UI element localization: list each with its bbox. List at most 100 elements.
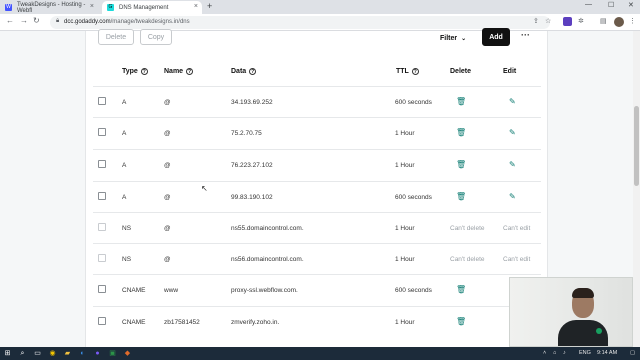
network-icon[interactable]: ⌂ (553, 350, 556, 356)
extensions-puzzle-icon[interactable]: ✲ (578, 17, 584, 25)
trash-icon[interactable]: 🗑︎ (456, 285, 466, 294)
help-circle-icon[interactable]: ? (140, 68, 148, 75)
file-explorer-icon[interactable]: ▰ (63, 349, 72, 358)
profile-avatar[interactable] (614, 17, 624, 27)
record-name: @ (164, 130, 171, 137)
url-text: dcc.godaddy.com/manage/tweakdesigns.in/d… (64, 19, 190, 25)
row-checkbox[interactable] (98, 160, 106, 168)
search-icon[interactable]: ⌕ (18, 349, 27, 358)
copy-button[interactable]: Copy (140, 29, 172, 45)
record-name: @ (164, 99, 171, 106)
row-checkbox[interactable] (98, 285, 106, 293)
record-type: CNAME (122, 287, 146, 294)
column-header-data[interactable]: Data? (231, 68, 257, 75)
task-view-icon[interactable]: ▭ (33, 349, 42, 358)
record-name: @ (164, 162, 171, 169)
lock-icon[interactable]: 🔒︎ (56, 18, 59, 25)
minimize-icon[interactable]: — (585, 1, 592, 8)
record-type: A (122, 194, 127, 201)
browser-tab-strip: W TweakDesigns - Hosting - Webfl × G DNS… (0, 0, 640, 14)
row-checkbox[interactable] (98, 97, 106, 105)
column-header-ttl[interactable]: TTL? (396, 68, 419, 75)
windows-taskbar: ⊞ ⌕ ▭ ◉ ▰ ◐ ● ▣ ◆ ˄ ⌂ ♪ ENG 9:14 AM ▢ (0, 347, 640, 360)
clock-time[interactable]: 9:14 AM (597, 350, 617, 356)
record-ttl: 600 seconds (395, 287, 432, 294)
column-header-edit: Edit (503, 68, 516, 75)
app-icon[interactable]: ● (93, 349, 102, 358)
back-icon[interactable]: ← (6, 16, 14, 25)
excel-icon[interactable]: ▣ (108, 349, 117, 358)
bookmark-star-icon[interactable]: ☆ (545, 17, 551, 25)
mouse-cursor-icon: ↖ (201, 184, 208, 193)
help-circle-icon[interactable]: ? (249, 68, 257, 75)
new-tab-button[interactable]: + (207, 1, 212, 11)
help-circle-icon[interactable]: ? (411, 68, 419, 75)
tab-tweakdesigns[interactable]: W TweakDesigns - Hosting - Webfl × (0, 1, 98, 14)
row-checkbox[interactable] (98, 128, 106, 136)
filter-label: Filter (440, 35, 458, 42)
close-tab-icon[interactable]: × (90, 3, 94, 10)
record-data: 76.223.27.102 (231, 162, 273, 169)
column-header-label: TTL (396, 68, 409, 75)
volume-icon[interactable]: ♪ (563, 350, 566, 356)
record-ttl: 1 Hour (395, 162, 415, 169)
table-row: A @ 99.83.190.102 600 seconds 🗑︎ ✎ (93, 181, 541, 212)
page-scrollbar[interactable] (633, 31, 640, 347)
language-indicator[interactable]: ENG (579, 350, 591, 356)
trash-icon[interactable]: 🗑︎ (456, 317, 466, 326)
cant-delete-text: Can't delete (450, 256, 485, 263)
address-bar[interactable]: 🔒︎ dcc.godaddy.com/manage/tweakdesigns.i… (50, 16, 550, 29)
delete-button[interactable]: Delete (98, 29, 134, 45)
app-icon[interactable]: ◆ (123, 349, 132, 358)
pencil-icon[interactable]: ✎ (509, 192, 516, 201)
record-type: NS (122, 256, 132, 263)
column-header-name[interactable]: Name? (164, 68, 194, 75)
trash-icon[interactable]: 🗑︎ (456, 97, 466, 106)
record-data: zmverify.zoho.in. (231, 319, 280, 326)
help-circle-icon[interactable]: ? (186, 68, 194, 75)
extension-icon[interactable] (563, 17, 572, 26)
close-tab-icon[interactable]: × (194, 3, 198, 10)
godaddy-favicon-icon: G (107, 4, 114, 11)
add-record-button[interactable]: Add (482, 28, 510, 46)
reading-list-icon[interactable]: ▤ (600, 17, 607, 25)
record-data: ns56.domaincontrol.com. (231, 256, 304, 263)
forward-icon[interactable]: → (20, 16, 28, 25)
record-name: @ (164, 194, 171, 201)
table-row: CNAME www proxy-ssl.webflow.com. 600 sec… (93, 274, 541, 305)
maximize-icon[interactable]: ☐ (608, 1, 614, 9)
column-header-label: Name (164, 68, 184, 75)
record-type: A (122, 99, 127, 106)
record-ttl: 1 Hour (395, 225, 415, 232)
notifications-icon[interactable]: ▢ (630, 350, 635, 356)
close-window-icon[interactable]: ✕ (628, 1, 634, 9)
pencil-icon[interactable]: ✎ (509, 128, 516, 137)
tab-dns-management[interactable]: G DNS Management × (102, 1, 202, 14)
record-data: 34.193.69.252 (231, 99, 273, 106)
record-name: www (164, 287, 179, 294)
row-checkbox (98, 223, 106, 231)
chrome-taskbar-icon[interactable]: ◉ (48, 349, 57, 358)
row-checkbox[interactable] (98, 317, 106, 325)
record-ttl: 1 Hour (395, 319, 415, 326)
pencil-icon[interactable]: ✎ (509, 97, 516, 106)
windows-start-icon[interactable]: ⊞ (3, 349, 12, 358)
share-icon[interactable]: ⇪ (533, 17, 539, 25)
pencil-icon[interactable]: ✎ (509, 160, 516, 169)
column-header-type[interactable]: Type? (122, 68, 148, 75)
presenter-hair (572, 288, 594, 298)
cant-delete-text: Can't delete (450, 225, 485, 232)
trash-icon[interactable]: 🗑︎ (456, 128, 466, 137)
reload-icon[interactable]: ↻ (33, 16, 40, 25)
edge-icon[interactable]: ◐ (78, 349, 87, 358)
more-options-icon[interactable]: ··· (521, 30, 530, 40)
menu-kebab-icon[interactable]: ⋮ (629, 17, 636, 25)
scrollbar-thumb[interactable] (634, 106, 639, 186)
filter-dropdown[interactable]: Filter ⌄ (440, 35, 466, 42)
trash-icon[interactable]: 🗑︎ (456, 160, 466, 169)
url-path: /manage/tweakdesigns.in/dns (110, 19, 190, 25)
tray-chevron-icon[interactable]: ˄ (543, 350, 546, 356)
record-data: ns55.domaincontrol.com. (231, 225, 304, 232)
row-checkbox[interactable] (98, 192, 106, 200)
trash-icon[interactable]: 🗑︎ (456, 192, 466, 201)
